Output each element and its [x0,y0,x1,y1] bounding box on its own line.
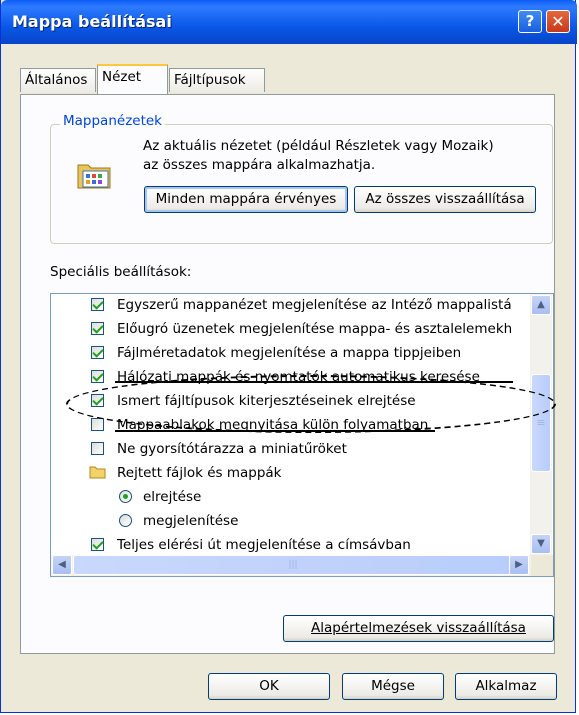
advanced-settings-label: Speciális beállítások: [50,264,192,280]
advanced-settings-list[interactable]: Egyszerű mappanézet megjelenítése az Int… [50,293,554,577]
item-label: Mappaablakok megnyitása külön folyamatba… [117,417,429,433]
radio-button[interactable] [119,490,132,503]
checkbox[interactable] [91,442,104,455]
apply-to-all-folders-button[interactable]: Minden mappára érvényes [144,186,348,213]
reset-all-folders-button[interactable]: Az összes visszaállítása [354,186,536,213]
button-label: Alapértelmezések visszaállítása [311,620,526,636]
title-bar[interactable]: Mappa beállításai ? ✕ [1,0,577,44]
horizontal-scroll-thumb[interactable]: ||| [73,555,513,575]
restore-defaults-button[interactable]: Alapértelmezések visszaállítása [283,615,554,642]
close-button[interactable]: ✕ [546,10,570,33]
apply-button[interactable]: Alkalmaz [455,673,557,700]
window-title: Mappa beállításai [12,12,172,31]
radio-button[interactable] [119,514,132,527]
folder-views-description: Az aktuális nézetet (például Részletek v… [143,137,543,175]
scroll-up-button[interactable]: ▲ [531,295,551,315]
item-label: megjelenítése [143,513,239,529]
description-line: Az aktuális nézetet (például Részletek v… [143,138,494,154]
item-label: Egyszerű mappanézet megjelenítése az Int… [117,297,512,313]
scroll-left-button[interactable]: ◀ [52,555,72,575]
checkbox[interactable] [91,538,104,551]
scrollbar-corner [531,555,553,576]
item-label: Előugró üzenetek megjelenítése mappa- és… [117,321,513,337]
tab-file-types[interactable]: Fájltípusok [169,68,265,92]
help-button[interactable]: ? [518,10,542,33]
vertical-scroll-thumb[interactable]: ≡ [531,374,551,472]
vertical-scrollbar[interactable]: ▲ ≡ ▼ [530,294,552,556]
item-label: elrejtése [143,489,202,505]
tab-label: Fájltípusok [174,72,246,88]
folder-icon [89,466,106,479]
item-label: Fájlméretadatok megjelenítése a mappa ti… [117,345,462,361]
tab-label: Általános [25,72,88,88]
horizontal-scrollbar[interactable]: ◀ ||| ▶ [51,555,531,576]
item-label: Teljes elérési út megjelenítése a címsáv… [117,537,411,553]
checkbox[interactable] [91,394,104,407]
ok-button[interactable]: OK [208,673,330,700]
cancel-button[interactable]: Mégse [342,673,444,700]
tab-general[interactable]: Általános [20,68,96,92]
folder-views-legend: Mappanézetek [60,113,166,129]
tab-label: Nézet [102,69,142,85]
item-label: Hálózati mappák és nyomtatók automatikus… [117,369,480,385]
item-label: Ismert fájltípusok kiterjesztéseinek elr… [117,393,416,409]
folder-view-icon [77,164,111,189]
scroll-right-button[interactable]: ▶ [509,555,529,575]
item-label: Ne gyorsítótárazza a miniatűröket [117,441,347,457]
checkbox[interactable] [91,298,104,311]
tab-view[interactable]: Nézet [97,64,168,94]
item-label: Rejtett fájlok és mappák [117,465,282,481]
checkbox[interactable] [91,418,104,431]
scroll-down-button[interactable]: ▼ [531,534,551,554]
checkbox[interactable] [91,346,104,359]
checkbox[interactable] [91,322,104,335]
checkbox[interactable] [91,370,104,383]
description-line: az összes mappára alkalmazhatja. [143,157,376,173]
